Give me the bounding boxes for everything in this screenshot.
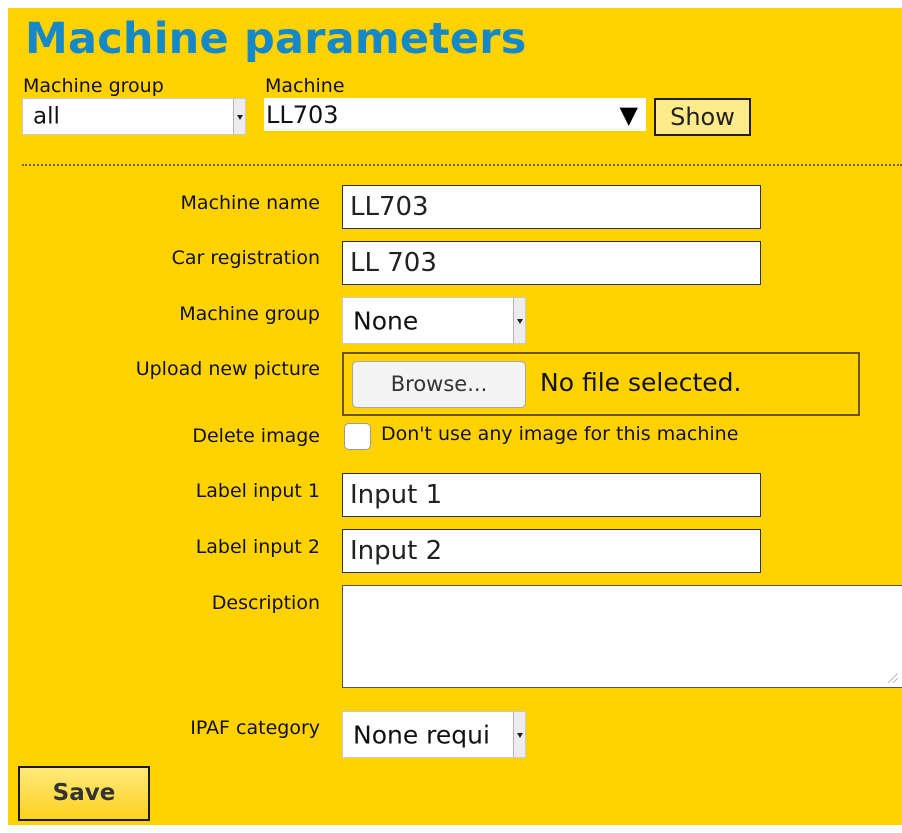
label-input-1-value: Input 1	[350, 480, 443, 510]
car-registration-input[interactable]: LL 703	[342, 241, 761, 285]
divider	[22, 164, 902, 166]
save-button[interactable]: Save	[18, 766, 150, 821]
label-input-2-field[interactable]: Input 2	[342, 529, 761, 573]
triangle-down-icon: ▼	[619, 100, 638, 129]
chevron-down-icon	[233, 99, 245, 134]
browse-button[interactable]: Browse...	[352, 361, 526, 408]
delete-image-label: Delete image	[192, 425, 320, 447]
show-button[interactable]: Show	[654, 98, 751, 136]
machine-group-filter-value: all	[33, 105, 60, 128]
machine-parameters-panel: Machine parameters Machine group all Mac…	[8, 8, 902, 825]
machine-group-select[interactable]: None	[342, 297, 526, 344]
file-upload-field: Browse... No file selected.	[342, 352, 860, 416]
machine-select[interactable]: LL703 ▼	[264, 98, 646, 131]
page-title: Machine parameters	[25, 14, 527, 64]
label-input-2-value: Input 2	[350, 536, 443, 566]
filter-group-label: Machine group	[23, 75, 164, 97]
machine-name-value: LL703	[350, 192, 429, 222]
chevron-down-icon	[513, 712, 525, 757]
machine-name-label: Machine name	[180, 192, 320, 214]
chevron-down-icon	[513, 298, 525, 343]
label-input-1-label: Label input 1	[195, 480, 320, 502]
resize-grip-icon[interactable]	[888, 673, 898, 683]
file-status: No file selected.	[540, 368, 742, 397]
ipaf-category-label: IPAF category	[190, 717, 320, 739]
machine-name-input[interactable]: LL703	[342, 185, 761, 229]
description-textarea[interactable]	[342, 585, 902, 688]
label-input-2-label: Label input 2	[195, 536, 320, 558]
machine-group-filter-select[interactable]: all	[22, 98, 246, 135]
upload-picture-label: Upload new picture	[135, 358, 320, 380]
delete-image-checkbox-label[interactable]: Don't use any image for this machine	[381, 425, 738, 444]
machine-group-value: None	[353, 308, 419, 333]
car-registration-value: LL 703	[350, 248, 437, 278]
ipaf-category-select[interactable]: None requi	[342, 711, 526, 758]
filter-machine-label: Machine	[265, 75, 345, 97]
label-input-1-field[interactable]: Input 1	[342, 473, 761, 517]
delete-image-checkbox[interactable]	[344, 423, 371, 450]
machine-select-value: LL703	[266, 102, 339, 127]
machine-group-label: Machine group	[179, 303, 320, 325]
description-label: Description	[211, 592, 320, 614]
ipaf-category-value: None requi	[353, 722, 490, 747]
car-registration-label: Car registration	[171, 247, 320, 269]
